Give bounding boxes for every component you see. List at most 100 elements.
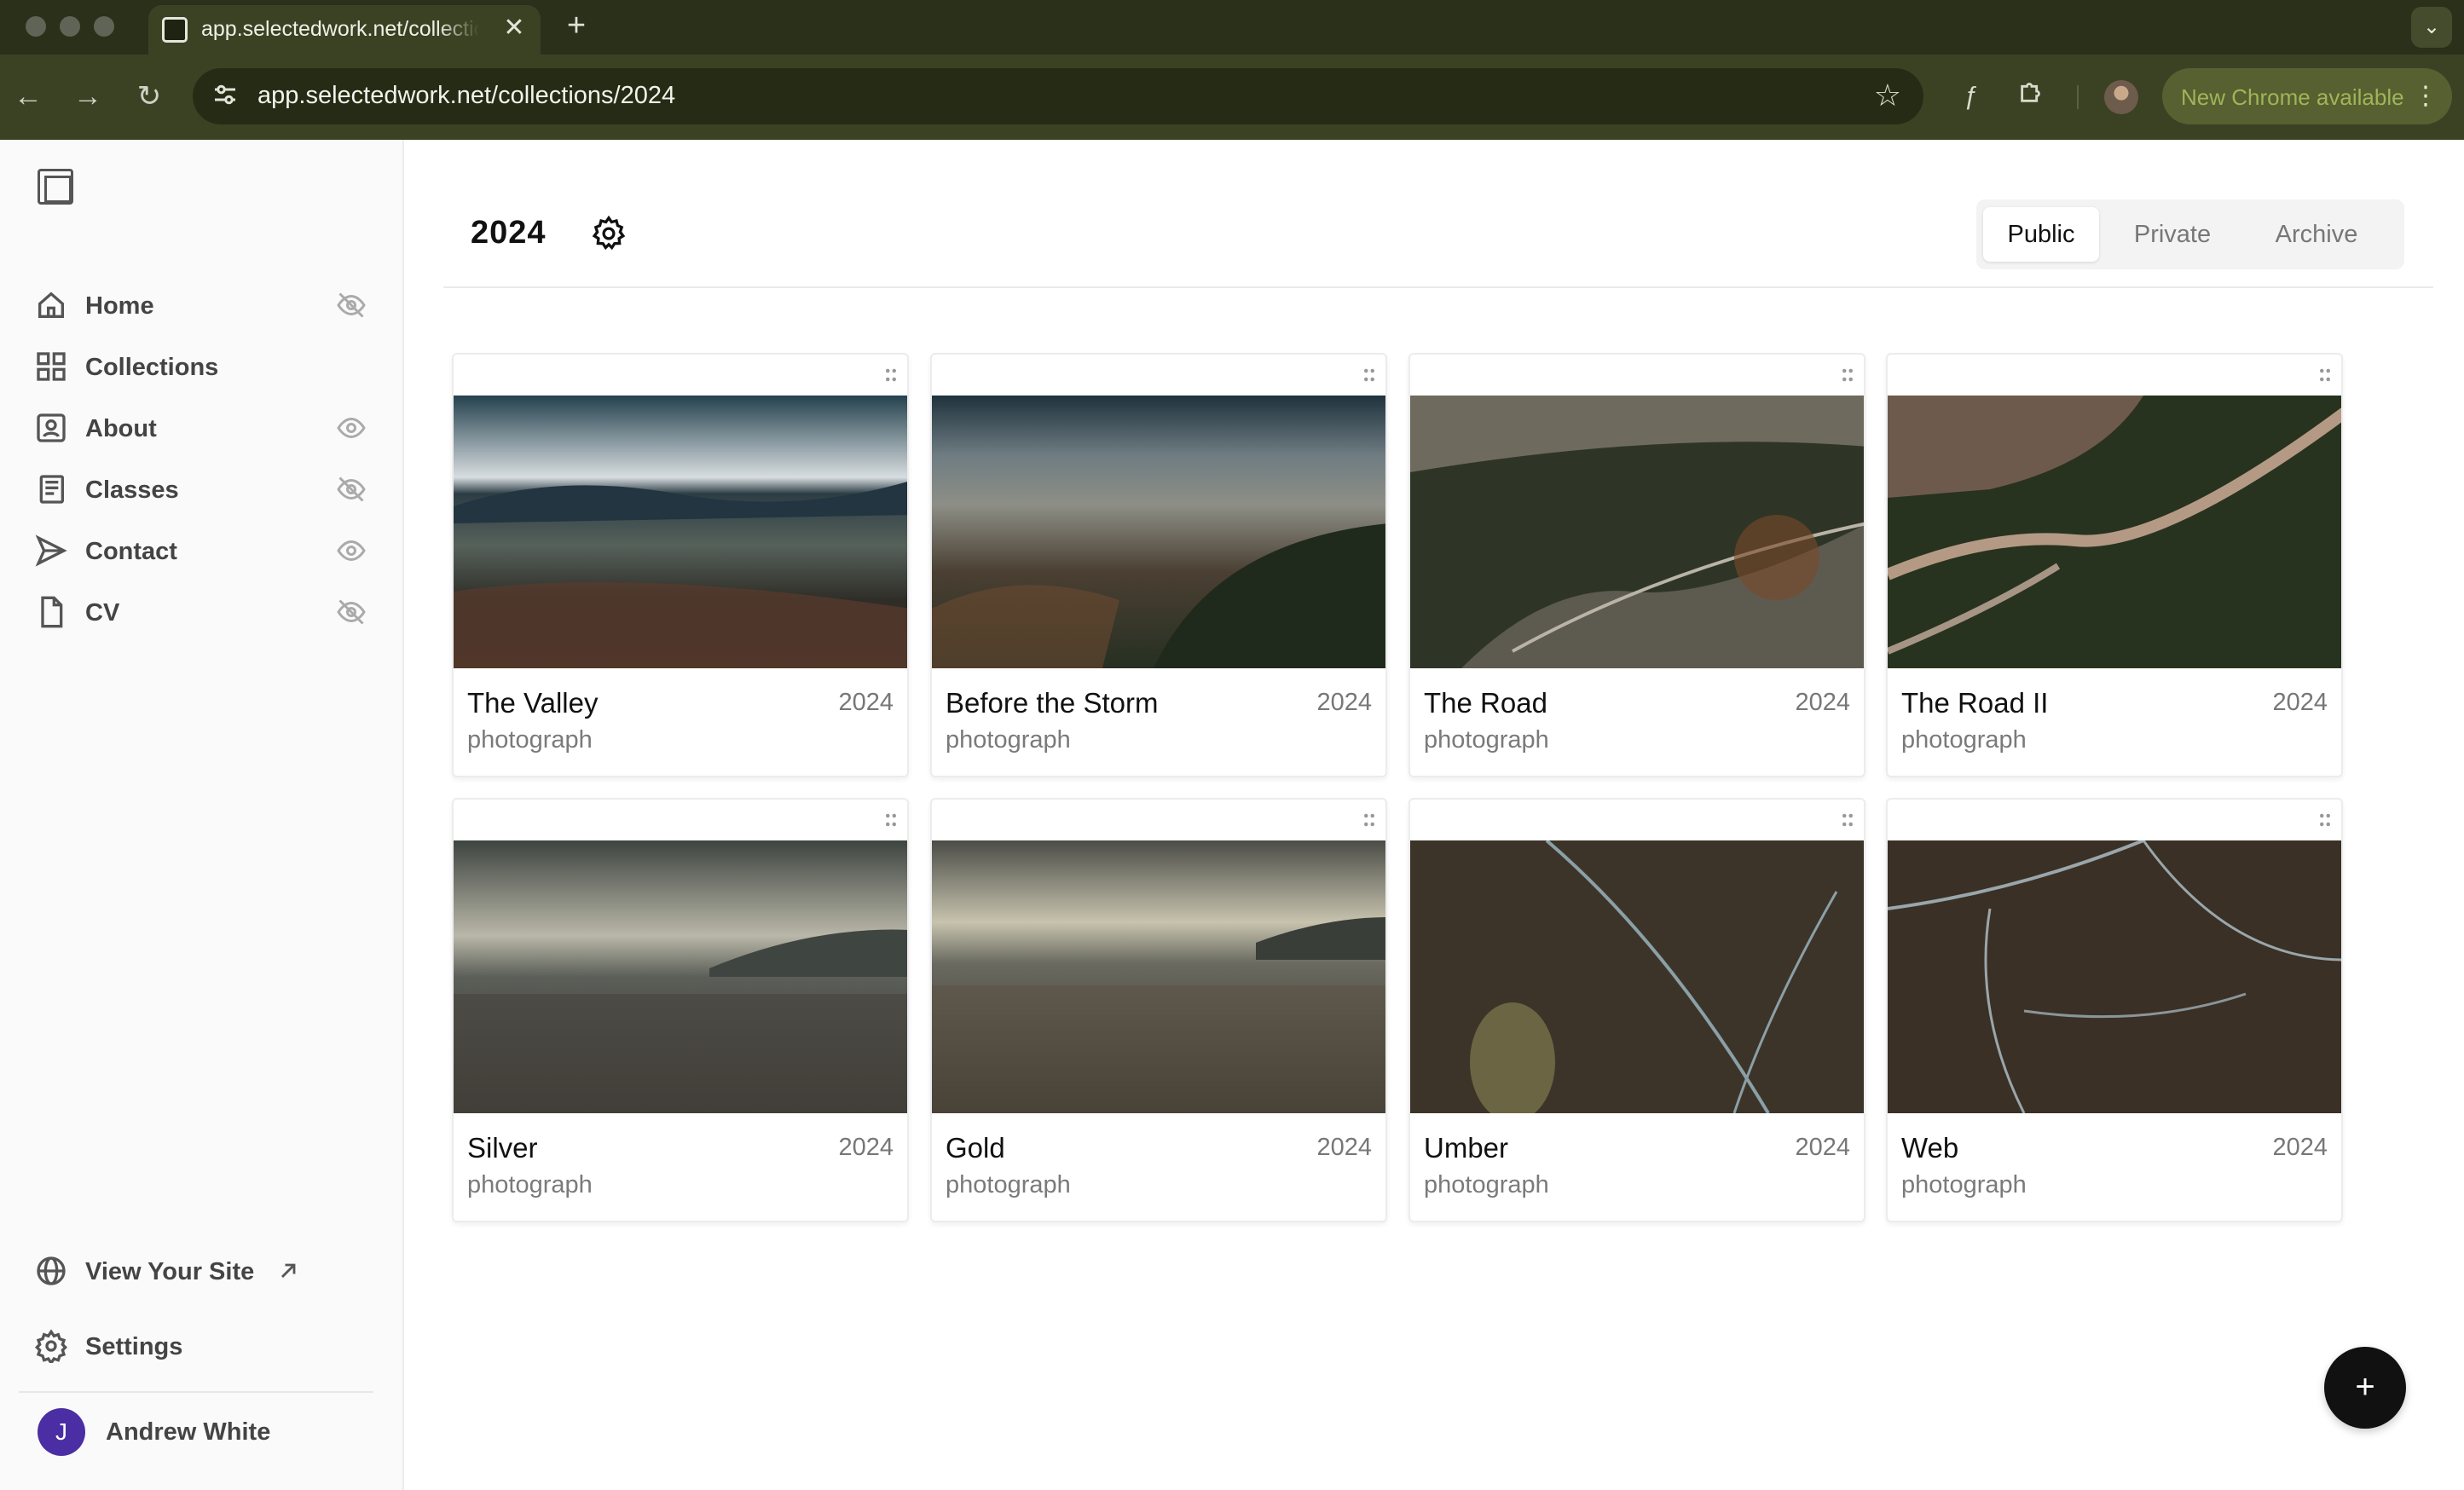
app-logo-icon[interactable]	[38, 169, 73, 205]
toolbar-divider	[2077, 85, 2079, 109]
eye-off-icon[interactable]	[336, 474, 367, 505]
work-card-the-valley[interactable]: The Valley 2024 photograph	[452, 353, 909, 777]
photo-thumbnail[interactable]	[1410, 396, 1865, 668]
photo-thumbnail[interactable]	[1888, 840, 2343, 1113]
bookmark-star-icon[interactable]: ☆	[1874, 78, 1901, 113]
sidebar-item-contact[interactable]: Contact	[34, 529, 367, 572]
update-label: New Chrome available	[2181, 84, 2404, 110]
gear-icon	[34, 1329, 68, 1363]
drag-handle-icon[interactable]	[1840, 367, 1855, 384]
sidebar-item-classes[interactable]: Classes	[34, 468, 367, 511]
work-title: Before the Storm	[946, 687, 1159, 719]
file-icon	[41, 596, 63, 628]
header-divider	[443, 286, 2433, 288]
update-chrome-button[interactable]: New Chrome available ⋮	[2162, 68, 2452, 124]
tab-search-chevron-icon[interactable]: ⌄	[2411, 7, 2452, 48]
settings-link[interactable]: Settings	[34, 1325, 375, 1367]
sidebar-item-label: Home	[85, 292, 154, 320]
work-card-silver[interactable]: Silver 2024 photograph	[452, 798, 909, 1222]
sidebar-item-cv[interactable]: CV	[34, 591, 367, 633]
work-card-umber[interactable]: Umber 2024 photograph	[1408, 798, 1865, 1222]
work-card-the-road-ii[interactable]: The Road II 2024 photograph	[1886, 353, 2343, 777]
drag-handle-icon[interactable]	[1362, 811, 1377, 829]
url-text[interactable]: app.selectedwork.net/collections/2024	[257, 82, 675, 110]
eye-icon[interactable]	[336, 535, 367, 566]
drag-handle-icon[interactable]	[1840, 811, 1855, 829]
work-card-before-the-storm[interactable]: Before the Storm 2024 photograph	[930, 353, 1387, 777]
window-zoom-button[interactable]	[94, 16, 114, 37]
sidebar-item-label: Classes	[85, 476, 179, 504]
photo-thumbnail[interactable]	[932, 396, 1387, 668]
browser-tab[interactable]: app.selectedwork.net/collections/2024 ✕	[148, 5, 541, 55]
eye-icon[interactable]	[336, 413, 367, 443]
sidebar-item-label: Contact	[85, 538, 177, 565]
work-type: photograph	[946, 726, 1071, 754]
photo-thumbnail[interactable]	[454, 396, 909, 668]
extensions-puzzle-icon[interactable]	[2012, 77, 2051, 116]
view-site-link[interactable]: View Your Site	[34, 1250, 375, 1292]
browser-menu-icon[interactable]: ⋮	[2413, 79, 2438, 113]
photo-thumbnail[interactable]	[454, 840, 909, 1113]
drag-handle-icon[interactable]	[2317, 811, 2333, 829]
drag-handle-icon[interactable]	[883, 811, 899, 829]
photo-thumbnail[interactable]	[1888, 396, 2343, 668]
window-close-button[interactable]	[26, 16, 46, 37]
user-name: Andrew White	[106, 1418, 271, 1446]
work-type: photograph	[1424, 1171, 1549, 1198]
forward-arrow-icon[interactable]: →	[68, 77, 107, 116]
drag-handle-icon[interactable]	[2317, 367, 2333, 384]
reload-icon[interactable]: ↻	[130, 77, 169, 116]
eye-off-icon[interactable]	[336, 597, 367, 627]
tab-private[interactable]: Private	[2120, 207, 2225, 262]
work-card-the-road[interactable]: The Road 2024 photograph	[1408, 353, 1865, 777]
function-extension-icon[interactable]: ƒ	[1951, 77, 1990, 116]
add-work-button[interactable]: +	[2324, 1347, 2406, 1429]
sidebar-item-label: CV	[85, 599, 120, 627]
back-arrow-icon[interactable]: ←	[9, 77, 48, 116]
favicon-icon	[162, 17, 188, 43]
sidebar-item-collections[interactable]: Collections	[34, 345, 367, 388]
work-year: 2024	[2272, 1134, 2328, 1161]
sidebar-item-about[interactable]: About	[34, 407, 367, 449]
external-link-arrow-icon	[281, 1263, 296, 1278]
grid-icon	[37, 352, 66, 381]
eye-off-icon[interactable]	[336, 290, 367, 321]
photo-thumbnail[interactable]	[1410, 840, 1865, 1113]
collection-settings-gear-icon[interactable]	[590, 215, 628, 252]
settings-label: Settings	[85, 1333, 183, 1360]
tab-title: app.selectedwork.net/collections/2024	[201, 17, 479, 41]
work-title: Web	[1901, 1132, 1959, 1164]
work-year: 2024	[1316, 689, 1372, 716]
work-year: 2024	[838, 1134, 894, 1161]
tab-archive[interactable]: Archive	[2246, 207, 2387, 262]
sidebar-item-home[interactable]: Home	[34, 284, 367, 326]
work-type: photograph	[1424, 726, 1549, 754]
work-card-web[interactable]: Web 2024 photograph	[1886, 798, 2343, 1222]
address-bar[interactable]: app.selectedwork.net/collections/2024 ☆	[193, 68, 1923, 124]
sidebar-item-label: Collections	[85, 354, 219, 381]
work-type: photograph	[467, 1171, 593, 1198]
user-card-icon	[37, 413, 66, 442]
profile-avatar-icon[interactable]	[2104, 80, 2138, 114]
avatar[interactable]: J	[38, 1408, 85, 1456]
drag-handle-icon[interactable]	[883, 367, 899, 384]
work-type: photograph	[1901, 1171, 2027, 1198]
globe-icon	[37, 1256, 66, 1285]
view-site-label: View Your Site	[85, 1258, 255, 1285]
drag-handle-icon[interactable]	[1362, 367, 1377, 384]
window-minimize-button[interactable]	[60, 16, 80, 37]
work-title: The Road II	[1901, 687, 2049, 719]
site-settings-icon[interactable]	[208, 79, 242, 113]
sidebar-divider	[19, 1391, 373, 1393]
work-title: The Road	[1424, 687, 1547, 719]
photo-thumbnail[interactable]	[932, 840, 1387, 1113]
work-title: The Valley	[467, 687, 599, 719]
work-title: Silver	[467, 1132, 538, 1164]
tab-public[interactable]: Public	[1983, 207, 2099, 262]
work-card-gold[interactable]: Gold 2024 photograph	[930, 798, 1387, 1222]
close-tab-icon[interactable]: ✕	[500, 14, 529, 43]
work-type: photograph	[1901, 726, 2027, 754]
new-tab-button[interactable]: +	[559, 9, 593, 43]
send-icon	[35, 534, 67, 567]
work-year: 2024	[2272, 689, 2328, 716]
